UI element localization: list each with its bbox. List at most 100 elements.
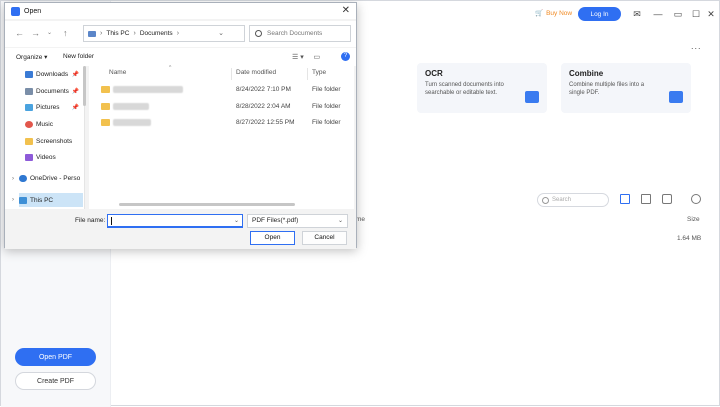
folder-icon <box>101 86 110 93</box>
dialog-search-input[interactable]: Search Documents <box>249 25 351 42</box>
open-button[interactable]: Open <box>250 231 295 245</box>
up-arrow-icon[interactable]: ↑ <box>63 28 68 38</box>
grid-view-icon[interactable] <box>641 194 651 204</box>
address-dropdown-icon[interactable]: ⌄ <box>218 29 224 37</box>
expand-chevron-icon[interactable]: › <box>12 197 14 203</box>
file-name-input[interactable]: ⌄ <box>107 214 243 228</box>
column-name-header: me <box>356 216 366 223</box>
column-type[interactable]: Type <box>312 69 326 76</box>
ocr-icon <box>525 91 539 103</box>
ocr-card-desc: Turn scanned documents into searchable o… <box>425 82 504 96</box>
new-folder-button[interactable]: New folder <box>63 53 94 60</box>
command-bar: Organize ▾ New folder ☰ ▾ ▭ ? <box>5 48 356 66</box>
cancel-button[interactable]: Cancel <box>302 231 347 245</box>
calendar-icon[interactable] <box>662 194 672 204</box>
nav-label: Downloads <box>36 71 69 78</box>
nav-label: OneDrive - Perso <box>30 175 81 182</box>
nav-item-videos[interactable]: Videos <box>25 154 83 161</box>
maximize-icon[interactable]: ☐ <box>690 7 702 21</box>
nav-item-music[interactable]: Music <box>25 121 83 128</box>
dialog-title: Open <box>24 7 42 15</box>
column-separator[interactable] <box>231 68 232 80</box>
create-pdf-button[interactable]: Create PDF <box>15 372 96 390</box>
dialog-close-icon[interactable]: ✕ <box>342 5 350 16</box>
nav-label: Pictures <box>36 104 60 111</box>
combine-card-title: Combine <box>569 69 604 78</box>
column-name[interactable]: Name <box>109 69 126 76</box>
nav-item-pictures[interactable]: Pictures 📌 <box>25 104 83 111</box>
blurred-file-name <box>113 86 183 93</box>
file-type-select[interactable]: PDF Files(*.pdf) ⌄ <box>247 214 348 228</box>
pin-icon: 📌 <box>71 89 79 95</box>
ocr-card-title: OCR <box>425 69 443 78</box>
combine-card-desc: Combine multiple files into a single PDF… <box>569 82 645 96</box>
buy-now-link[interactable]: 🛒 Buy Now <box>535 9 573 18</box>
dialog-footer: File name: ⌄ PDF Files(*.pdf) ⌄ Open Can… <box>5 209 356 249</box>
breadcrumb-chevron-icon: › <box>176 30 180 37</box>
folder-icon <box>25 138 33 145</box>
dialog-titlebar: Open ✕ <box>5 3 356 19</box>
pin-icon: 📌 <box>71 72 79 78</box>
file-type-dropdown-icon: ⌄ <box>337 218 343 224</box>
recent-search-input[interactable]: Search <box>537 193 609 207</box>
file-row[interactable]: 8/24/2022 7:10 PM File folder <box>89 83 354 97</box>
folder-icon <box>101 103 110 110</box>
forward-arrow-icon[interactable]: → <box>31 28 40 38</box>
back-arrow-icon[interactable]: ← <box>15 28 24 38</box>
message-icon[interactable]: ✉ <box>631 7 643 21</box>
address-bar[interactable]: › This PC › Documents › ⌄ ↻ <box>83 25 258 42</box>
column-size-header: Size <box>687 216 700 223</box>
nav-item-downloads[interactable]: Downloads 📌 <box>25 71 83 78</box>
organize-button[interactable]: Organize ▾ <box>16 53 47 61</box>
buy-now-label: Buy Now <box>546 9 573 17</box>
refresh-icon[interactable] <box>691 194 701 204</box>
cart-icon: 🛒 <box>535 10 544 17</box>
video-icon <box>25 154 33 161</box>
file-list-scrollbar[interactable] <box>119 203 295 206</box>
help-icon[interactable]: ? <box>341 52 350 61</box>
combine-card[interactable]: Combine Combine multiple files into a si… <box>561 63 691 113</box>
file-type-value: PDF Files(*.pdf) <box>252 217 299 224</box>
nav-item-onedrive[interactable]: OneDrive - Perso <box>19 175 85 182</box>
file-row[interactable]: 8/27/2022 12:55 PM File folder <box>89 116 354 130</box>
file-date: 8/28/2022 2:04 AM <box>236 103 291 110</box>
app-icon <box>11 6 20 16</box>
column-date-modified[interactable]: Date modified <box>236 69 276 76</box>
nav-label: Documents <box>36 88 69 95</box>
nav-item-this-pc[interactable]: This PC <box>19 193 83 207</box>
recent-chevron-icon[interactable]: ⌄ <box>47 29 52 36</box>
breadcrumb-chevron-icon: › <box>100 30 103 37</box>
open-file-dialog: Open ✕ ← → ⌄ ↑ › This PC › Documents › ⌄… <box>4 2 357 249</box>
blurred-file-name <box>113 103 149 110</box>
navigation-pane: Downloads 📌 Documents 📌 Pictures 📌 Music… <box>5 66 85 209</box>
close-icon[interactable]: ✕ <box>705 7 717 21</box>
file-row[interactable]: 8/28/2022 2:04 AM File folder <box>89 100 354 114</box>
login-button[interactable]: Log In <box>578 7 621 21</box>
breadcrumb-this-pc[interactable]: This PC <box>106 30 129 37</box>
list-view-icon[interactable] <box>620 194 630 204</box>
picture-icon <box>25 104 33 111</box>
sort-ascending-icon: ^ <box>169 65 172 71</box>
document-icon <box>25 88 33 95</box>
nav-label: Videos <box>36 154 56 161</box>
minimize-icon[interactable]: — <box>652 7 664 21</box>
column-separator[interactable] <box>307 68 308 80</box>
expand-chevron-icon[interactable]: › <box>12 176 14 182</box>
ocr-card[interactable]: OCR Turn scanned documents into searchab… <box>417 63 547 113</box>
combine-icon <box>669 91 683 103</box>
view-options-icon[interactable]: ☰ ▾ ▭ <box>292 53 320 61</box>
file-type: File folder <box>312 103 341 110</box>
file-name-dropdown-icon[interactable]: ⌄ <box>234 217 239 224</box>
file-list: ^ Name Date modified Type 8/24/2022 7:10… <box>89 65 354 209</box>
more-menu-icon[interactable]: ... <box>691 41 702 51</box>
breadcrumb-documents[interactable]: Documents <box>140 30 173 37</box>
breadcrumb-chevron-icon: › <box>133 30 136 37</box>
file-size-value: 1.64 MB <box>677 235 702 242</box>
nav-item-documents[interactable]: Documents 📌 <box>25 88 83 95</box>
file-date: 8/24/2022 7:10 PM <box>236 86 291 93</box>
open-pdf-button[interactable]: Open PDF <box>15 348 96 366</box>
nav-item-screenshots[interactable]: Screenshots <box>25 138 83 145</box>
nav-scrollbar[interactable] <box>83 66 86 106</box>
restore-icon[interactable]: ▭ <box>672 7 684 21</box>
nav-label: Screenshots <box>36 138 73 145</box>
